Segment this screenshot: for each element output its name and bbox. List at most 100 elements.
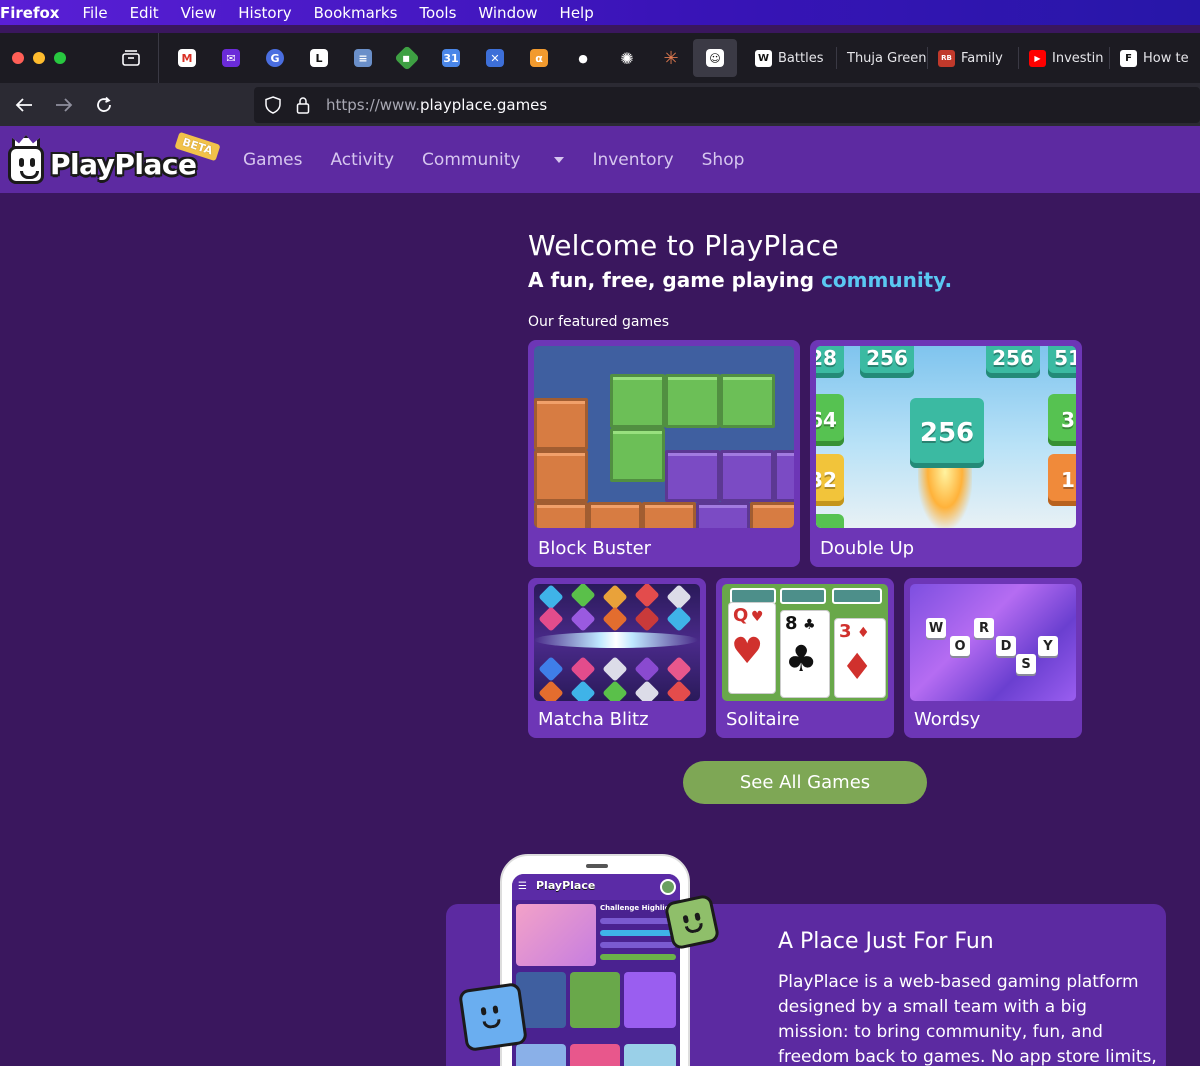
tab-investing[interactable]: ▶ Investin	[1018, 47, 1109, 69]
hero-subtitle: A fun, free, game playing community.	[528, 268, 952, 292]
playing-card-three-diamonds: 3 ♦ ♦	[834, 618, 886, 698]
rocket-flame	[918, 458, 972, 528]
menu-file[interactable]: File	[71, 4, 118, 22]
menu-bookmarks[interactable]: Bookmarks	[303, 4, 409, 22]
mail-icon: ✉	[222, 49, 240, 67]
menu-window[interactable]: Window	[467, 4, 548, 22]
game-title: Matcha Blitz	[538, 709, 649, 730]
game-title: Solitaire	[726, 709, 800, 730]
letter-tile: D	[996, 636, 1016, 656]
browser-navbar: https://www.playplace.games	[0, 83, 1200, 126]
about-body: PlayPlace is a web-based gaming platform…	[778, 972, 1157, 1066]
menu-history[interactable]: History	[227, 4, 302, 22]
tile: 3	[1048, 394, 1076, 446]
reload-button[interactable]	[84, 85, 124, 125]
letter-tile: O	[950, 636, 970, 656]
community-link[interactable]: community.	[821, 268, 952, 292]
menu-help[interactable]: Help	[549, 4, 605, 22]
back-button[interactable]	[4, 85, 44, 125]
nav-games[interactable]: Games	[243, 150, 302, 170]
pinned-tab-alpha[interactable]: α	[517, 39, 561, 77]
tile: 256	[860, 346, 914, 378]
about-title: A Place Just For Fun	[778, 929, 994, 954]
tab-label: Investin	[1052, 50, 1104, 66]
game-card-solitaire[interactable]: Q ♥ ♥ 8 ♣ ♣ 3 ♦ ♦ Solitaire	[716, 578, 894, 738]
tab-battles[interactable]: W Battles	[745, 47, 836, 69]
matcha-blitz-thumbnail	[534, 584, 700, 701]
menu-tools[interactable]: Tools	[408, 4, 467, 22]
tile: 28	[816, 346, 844, 378]
nav-activity[interactable]: Activity	[330, 150, 394, 170]
pinned-tab-playplace-active[interactable]: ☺	[693, 39, 737, 77]
zoom-window-button[interactable]	[54, 52, 66, 64]
openai-icon: ✺	[620, 48, 634, 68]
wikipedia-icon: W	[755, 49, 772, 67]
wordsy-thumbnail: W O R D S Y	[910, 584, 1076, 701]
game-card-wordsy[interactable]: W O R D S Y Wordsy	[904, 578, 1082, 738]
window-controls	[12, 52, 115, 64]
tile: 32	[816, 454, 844, 506]
heart-icon: ♥	[731, 631, 764, 672]
hero-subtitle-lead: A fun, free, game playing	[528, 268, 822, 292]
tracking-shield-icon[interactable]	[258, 96, 288, 114]
game-title: Block Buster	[538, 538, 652, 559]
pinned-tab-green[interactable]: ◆	[385, 39, 429, 77]
fx-site-icon: F	[1120, 49, 1137, 67]
caret-down-icon	[554, 156, 565, 163]
docs-icon: ≡	[354, 49, 372, 67]
pinned-tab-tool[interactable]: ✕	[473, 39, 517, 77]
tile: 256	[986, 346, 1040, 378]
card-suit-small: ♣	[803, 617, 816, 633]
nav-shop[interactable]: Shop	[702, 150, 745, 170]
pinned-tab-claude[interactable]: ✳	[649, 39, 693, 77]
gmail-icon: M	[178, 49, 196, 67]
youtube-icon: ▶	[1029, 49, 1046, 67]
pinned-tab-docs[interactable]: ≡	[341, 39, 385, 77]
pinned-tab-mail[interactable]: ✉	[209, 39, 253, 77]
text-tabs: W Battles Thuja Green RB Family ▶ Invest…	[745, 47, 1200, 69]
game-card-double-up[interactable]: 28 256 256 51 64 256 3 32 1 Double Up	[810, 340, 1082, 567]
playplace-logo[interactable]: PlayPlace BETA	[8, 131, 221, 188]
game-card-block-buster[interactable]: Block Buster	[528, 340, 800, 567]
tab-label: How te	[1143, 50, 1189, 66]
tab-label: Family	[961, 50, 1003, 66]
game-card-matcha-blitz[interactable]: Matcha Blitz	[528, 578, 706, 738]
green-diamond-icon: ◆	[394, 45, 420, 71]
blue-mascot-icon	[457, 981, 529, 1053]
pinned-tab-google[interactable]: G	[253, 39, 297, 77]
close-window-button[interactable]	[12, 52, 24, 64]
l-app-icon: L	[310, 49, 328, 67]
pinned-tab-gmail[interactable]: M	[165, 39, 209, 77]
pinned-tab-calendar[interactable]: 31	[429, 39, 473, 77]
menu-app-firefox[interactable]: Firefox	[0, 4, 71, 22]
url-bar[interactable]: https://www.playplace.games	[254, 87, 1200, 123]
menu-edit[interactable]: Edit	[119, 4, 170, 22]
url-text[interactable]: https://www.playplace.games	[326, 96, 547, 114]
phone-header: ☰ PlayPlace	[512, 874, 680, 900]
url-prefix: https://www.	[326, 96, 420, 114]
tab-strip: M ✉ G L ≡ ◆ 31 ✕ α ● ✺ ✳ ☺ W Battles Thu…	[0, 33, 1200, 83]
tab-overview-icon[interactable]	[111, 39, 152, 77]
url-domain: playplace.games	[419, 96, 548, 114]
pinned-tab-openai[interactable]: ✺	[605, 39, 649, 77]
minimize-window-button[interactable]	[33, 52, 45, 64]
menu-view[interactable]: View	[170, 4, 228, 22]
phone-screen: ☰ PlayPlace Challenge Highlight	[512, 874, 680, 1066]
tile: 1	[1048, 454, 1076, 506]
nav-community[interactable]: Community	[422, 150, 565, 170]
pinned-tab-l[interactable]: L	[297, 39, 341, 77]
pinned-tab-duck[interactable]: ●	[561, 39, 605, 77]
card-rank: 3	[839, 621, 852, 642]
arrow-left-icon	[15, 97, 32, 112]
forward-button[interactable]	[44, 85, 84, 125]
tab-thuja[interactable]: Thuja Green	[836, 47, 927, 69]
tab-family[interactable]: RB Family	[927, 47, 1018, 69]
tab-howto[interactable]: F How te	[1109, 47, 1200, 69]
letter-tile: Y	[1038, 636, 1058, 656]
see-all-games-button[interactable]: See All Games	[683, 761, 927, 804]
diamond-icon: ♦	[841, 647, 874, 688]
nav-inventory[interactable]: Inventory	[592, 150, 673, 170]
light-beam	[534, 632, 698, 648]
lock-icon[interactable]	[288, 96, 318, 114]
mascot-face-icon	[8, 146, 44, 184]
